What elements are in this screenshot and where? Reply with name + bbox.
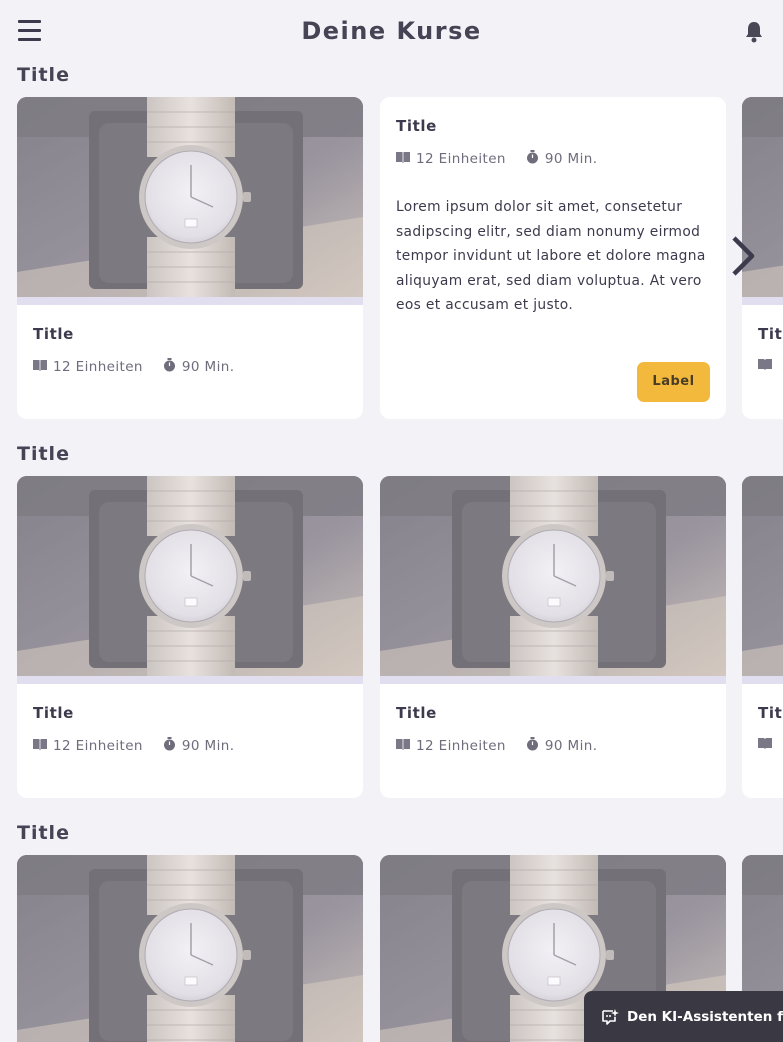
- course-card[interactable]: [17, 855, 363, 1042]
- duration-text: 90 Min.: [181, 738, 235, 754]
- duration-text: 90 Min.: [544, 151, 598, 167]
- course-image: [742, 476, 783, 676]
- bell-icon[interactable]: [743, 20, 765, 44]
- course-card[interactable]: Title 12 Einheiten 90 Min.: [17, 476, 363, 798]
- progress-bar: [17, 676, 363, 684]
- section-title: Title: [17, 822, 70, 844]
- units-text: 12 Einheiten: [53, 359, 143, 375]
- card-meta: 12 Einheiten 90 Min.: [396, 150, 597, 168]
- card-meta: 12 Einheiten 90 Min.: [33, 358, 234, 376]
- app-header: Deine Kurse: [0, 0, 783, 62]
- progress-bar: [17, 297, 363, 305]
- card-meta: 12 Einheiten 90 Min.: [33, 737, 234, 755]
- course-card[interactable]: Title 12 Einheiten 90 Min.: [17, 97, 363, 419]
- course-image: [380, 476, 726, 676]
- duration-text: 90 Min.: [544, 738, 598, 754]
- course-image: [17, 97, 363, 297]
- card-title: Title: [758, 325, 783, 343]
- section-title: Title: [17, 443, 70, 465]
- label-button[interactable]: Label: [637, 362, 710, 402]
- ai-assistant-label: Den KI-Assistenten fra: [627, 1008, 783, 1025]
- stopwatch-icon: [163, 358, 176, 376]
- book-icon: [33, 738, 47, 754]
- course-image: [17, 855, 363, 1042]
- course-card[interactable]: Title 12 Einheiten 90 Min.: [380, 476, 726, 798]
- page-title: Deine Kurse: [301, 17, 482, 45]
- duration-text: 90 Min.: [181, 359, 235, 375]
- card-meta: [758, 737, 778, 753]
- units-text: 12 Einheiten: [416, 738, 506, 754]
- card-title: Title: [33, 704, 74, 722]
- progress-bar: [742, 297, 783, 305]
- progress-bar: [380, 676, 726, 684]
- card-title: Title: [33, 325, 74, 343]
- course-image: [17, 476, 363, 676]
- stopwatch-icon: [526, 737, 539, 755]
- book-icon: [396, 738, 410, 754]
- book-icon: [758, 737, 772, 753]
- card-meta: 12 Einheiten 90 Min.: [396, 737, 597, 755]
- ai-assistant-button[interactable]: Den KI-Assistenten fra: [584, 991, 783, 1042]
- chevron-right-icon[interactable]: [728, 234, 758, 278]
- card-title: Title: [396, 704, 437, 722]
- units-text: 12 Einheiten: [53, 738, 143, 754]
- book-icon: [758, 358, 772, 374]
- card-title: Title: [396, 117, 437, 135]
- units-text: 12 Einheiten: [416, 151, 506, 167]
- book-icon: [33, 359, 47, 375]
- card-description: Lorem ipsum dolor sit amet, consetetur s…: [396, 199, 706, 313]
- ai-chat-icon: [601, 1008, 619, 1026]
- stopwatch-icon: [526, 150, 539, 168]
- progress-bar: [742, 676, 783, 684]
- section-title: Title: [17, 64, 70, 86]
- course-card-partial[interactable]: Title: [742, 476, 783, 798]
- card-meta: [758, 358, 778, 374]
- card-title: Title: [758, 704, 783, 722]
- stopwatch-icon: [163, 737, 176, 755]
- course-card-expanded[interactable]: Title 12 Einheiten 90 Min. Lorem ipsum d…: [380, 97, 726, 419]
- book-icon: [396, 151, 410, 167]
